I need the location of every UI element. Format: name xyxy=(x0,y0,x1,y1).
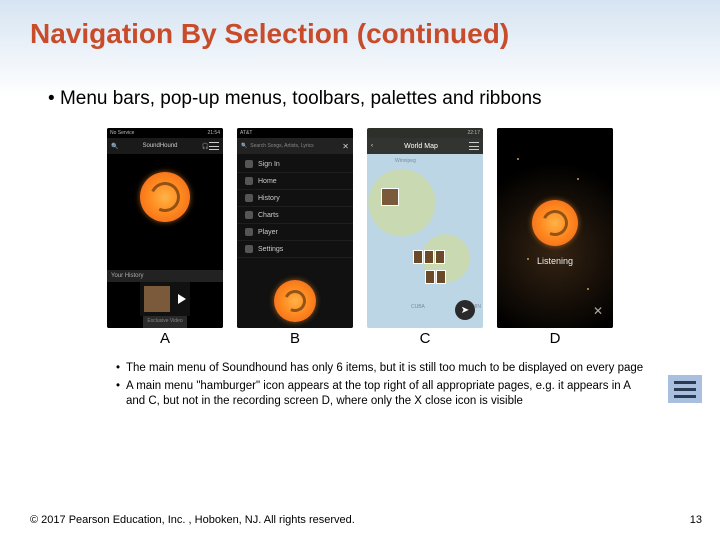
status-left: No Service xyxy=(110,130,134,136)
map-pin-cluster[interactable] xyxy=(425,270,446,284)
soundhound-logo-icon[interactable] xyxy=(532,200,578,246)
sparkle-icon xyxy=(517,158,519,160)
menu-item-charts[interactable]: Charts xyxy=(237,207,353,224)
menu-item-history[interactable]: History xyxy=(237,190,353,207)
map-pin[interactable] xyxy=(381,188,399,206)
label-c: C xyxy=(367,330,483,347)
locate-button[interactable]: ➤ xyxy=(455,300,475,320)
main-bullet: Menu bars, pop-up menus, toolbars, palet… xyxy=(48,88,690,110)
menu-label: Player xyxy=(258,229,278,236)
hamburger-illustration-icon xyxy=(668,375,702,403)
map-label-cuba: CUBA xyxy=(411,304,425,310)
soundhound-logo-icon[interactable] xyxy=(274,280,316,322)
status-bar: 22:17 xyxy=(367,128,483,138)
screenshot-a: No Service 21:54 🔍 SoundHound 🎧 Your His… xyxy=(107,128,223,328)
search-placeholder[interactable]: Search Songs, Artists, Lyrics xyxy=(250,143,313,149)
chart-icon xyxy=(245,211,253,219)
user-icon xyxy=(245,160,253,168)
main-menu: Sign In Home History Charts Player Setti… xyxy=(237,154,353,260)
screenshots-row: No Service 21:54 🔍 SoundHound 🎧 Your His… xyxy=(30,128,690,328)
sparkle-icon xyxy=(587,288,589,290)
sparkle-icon xyxy=(577,178,579,180)
status-left: AT&T xyxy=(240,130,252,136)
hamburger-icon[interactable] xyxy=(469,142,479,150)
close-icon[interactable]: ✕ xyxy=(342,142,349,151)
listening-label: Listening xyxy=(537,256,573,266)
map-title: World Map xyxy=(373,143,469,150)
album-thumb xyxy=(144,286,170,312)
status-right: 21:54 xyxy=(207,130,220,136)
menu-label: Settings xyxy=(258,246,283,253)
menu-item-home[interactable]: Home xyxy=(237,173,353,190)
hamburger-icon[interactable] xyxy=(209,142,219,150)
status-right: 22:17 xyxy=(467,130,480,136)
page-number: 13 xyxy=(690,514,702,526)
menu-label: Charts xyxy=(258,212,279,219)
app-topbar: 🔍 SoundHound 🎧 xyxy=(107,138,223,154)
copyright: © 2017 Pearson Education, Inc. , Hoboken… xyxy=(30,514,355,526)
status-bar: AT&T xyxy=(237,128,353,138)
search-icon[interactable]: 🔍 xyxy=(241,143,247,149)
close-icon[interactable]: ✕ xyxy=(593,304,603,318)
app-title: SoundHound xyxy=(118,143,201,149)
sparkle-icon xyxy=(527,258,529,260)
player-icon xyxy=(245,228,253,236)
home-icon xyxy=(245,177,253,185)
menu-item-player[interactable]: Player xyxy=(237,224,353,241)
search-row: 🔍 Search Songs, Artists, Lyrics ✕ xyxy=(237,138,353,154)
play-icon[interactable] xyxy=(178,294,186,304)
menu-label: Sign In xyxy=(258,161,280,168)
slide-title: Navigation By Selection (continued) xyxy=(30,18,690,50)
sub-bullet-2: A main menu "hamburger" icon appears at … xyxy=(116,379,650,410)
world-map[interactable]: Winnipeg CUBA DOMIN ➤ xyxy=(367,154,483,328)
screenshot-c: 22:17 ‹ World Map Winnipeg CUBA DOMIN ➤ xyxy=(367,128,483,328)
map-label-winnipeg: Winnipeg xyxy=(395,158,416,164)
screenshot-d: Listening ✕ xyxy=(497,128,613,328)
soundhound-logo-icon[interactable] xyxy=(140,172,190,222)
status-bar: No Service 21:54 xyxy=(107,128,223,138)
clock-icon xyxy=(245,194,253,202)
menu-item-settings[interactable]: Settings xyxy=(237,241,353,258)
headphones-icon[interactable]: 🎧 xyxy=(202,143,209,150)
footer-strip: Exclusive Video xyxy=(143,316,186,328)
screenshot-b: AT&T 🔍 Search Songs, Artists, Lyrics ✕ S… xyxy=(237,128,353,328)
sub-bullets: The main menu of Soundhound has only 6 i… xyxy=(116,361,650,410)
sub-bullet-1: The main menu of Soundhound has only 6 i… xyxy=(116,361,650,377)
label-b: B xyxy=(237,330,353,347)
label-d: D xyxy=(497,330,613,347)
menu-label: History xyxy=(258,195,280,202)
screenshot-labels: A B C D xyxy=(30,330,690,347)
label-a: A xyxy=(107,330,223,347)
search-icon[interactable]: 🔍 xyxy=(111,143,118,150)
history-item[interactable] xyxy=(140,282,190,316)
menu-item-signin[interactable]: Sign In xyxy=(237,156,353,173)
map-topbar: ‹ World Map xyxy=(367,138,483,154)
menu-label: Home xyxy=(258,178,277,185)
map-pin-cluster[interactable] xyxy=(413,250,445,264)
status-bar xyxy=(497,128,613,138)
gear-icon xyxy=(245,245,253,253)
history-header: Your History xyxy=(107,270,223,282)
